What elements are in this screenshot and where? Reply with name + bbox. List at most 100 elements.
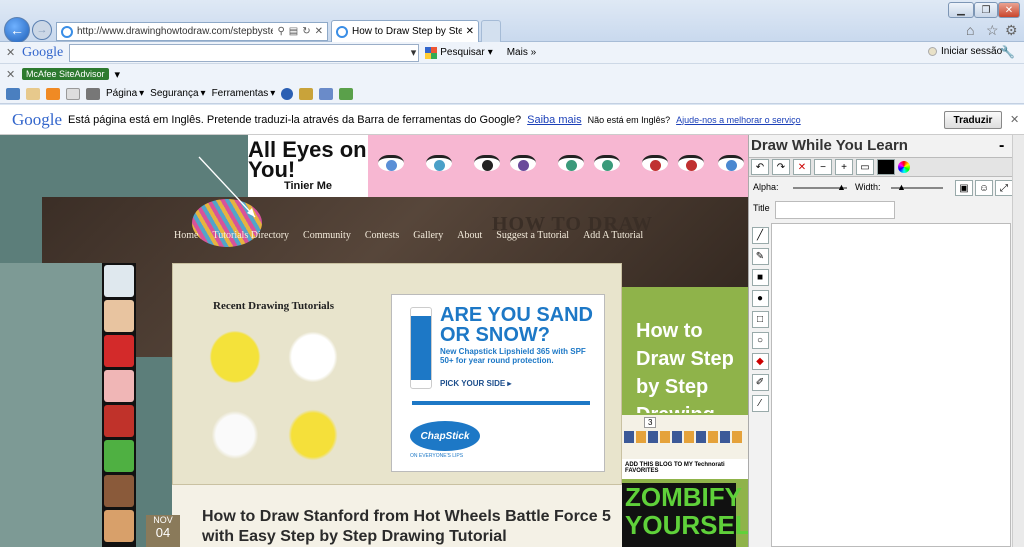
translate-bar: Google Está página está em Inglês. Prete… bbox=[0, 105, 1024, 135]
nav-contests[interactable]: Contests bbox=[365, 230, 399, 241]
save-icon[interactable]: ▣ bbox=[955, 180, 973, 196]
ad-divider bbox=[412, 401, 590, 405]
google-search-input[interactable] bbox=[69, 43, 420, 62]
rss-icon[interactable] bbox=[46, 87, 60, 100]
help-icon[interactable] bbox=[281, 87, 294, 100]
minimize-button[interactable]: ▁ bbox=[948, 2, 974, 18]
mais-button[interactable]: Mais » bbox=[507, 47, 536, 58]
expand-icon[interactable]: ⤢ bbox=[995, 180, 1013, 196]
settings-gear-icon[interactable]: ⚙ bbox=[1005, 22, 1018, 39]
tab-close-icon[interactable]: ✕ bbox=[466, 26, 474, 37]
ellipse-tool-icon[interactable]: ○ bbox=[751, 332, 769, 349]
print-icon[interactable] bbox=[86, 87, 100, 100]
sonic-sketch-thumb[interactable] bbox=[283, 326, 343, 388]
redo-icon[interactable]: ↷ bbox=[772, 159, 790, 175]
help-improve-link[interactable]: Ajude-nos a melhorar o serviço bbox=[676, 115, 801, 125]
color-swatch[interactable] bbox=[877, 159, 895, 175]
drawing-title-input[interactable] bbox=[775, 201, 895, 219]
draw-panel-minimize[interactable]: - bbox=[999, 137, 1004, 155]
nav-community[interactable]: Community bbox=[303, 230, 351, 241]
mcafee-siteadvisor-button[interactable]: McAfee SiteAdvisor bbox=[22, 68, 109, 80]
zoom-out-icon[interactable]: − bbox=[814, 159, 832, 175]
color-picker-icon[interactable] bbox=[898, 161, 910, 173]
fill-bucket-icon[interactable]: ◆ bbox=[751, 353, 769, 370]
rect-fill-tool-icon[interactable]: ■ bbox=[751, 269, 769, 286]
compatibility-icon[interactable]: ▤ bbox=[289, 26, 298, 37]
width-slider-handle[interactable]: ▲ bbox=[897, 182, 906, 192]
close-mcafee-icon[interactable]: ✕ bbox=[6, 68, 16, 81]
rect-tool-icon[interactable]: □ bbox=[751, 311, 769, 328]
addon-icon[interactable] bbox=[339, 87, 354, 100]
forward-button[interactable]: → bbox=[32, 20, 52, 40]
nav-suggest-tutorial[interactable]: Suggest a Tutorial bbox=[496, 230, 569, 241]
pikachu-thumb[interactable] bbox=[283, 404, 343, 466]
character-thumb[interactable] bbox=[104, 370, 134, 402]
nav-tutorials-directory[interactable]: Tutorials Directory bbox=[212, 230, 289, 241]
close-window-button[interactable]: ✕ bbox=[998, 2, 1020, 18]
pagina-menu[interactable]: Página ▾ bbox=[106, 88, 144, 99]
page-scrollbar[interactable] bbox=[1012, 135, 1024, 547]
address-url[interactable]: http://www.drawinghowtodraw.com/stepbyst… bbox=[77, 26, 273, 37]
back-button[interactable]: ← bbox=[4, 17, 30, 43]
hand-icon[interactable] bbox=[26, 87, 40, 100]
pencil-tool-icon[interactable]: ✎ bbox=[751, 248, 769, 265]
chapstick-ad[interactable]: ARE YOU SAND OR SNOW? New Chapstick Lips… bbox=[391, 294, 605, 472]
mail-icon[interactable] bbox=[66, 87, 80, 100]
ferramentas-menu[interactable]: Ferramentas ▾ bbox=[212, 88, 276, 99]
login-button[interactable]: Iniciar sessão bbox=[928, 46, 1002, 57]
undo-icon[interactable]: ↶ bbox=[751, 159, 769, 175]
user-icon[interactable]: ☺ bbox=[975, 180, 993, 196]
zoom-in-icon[interactable]: + bbox=[835, 159, 853, 175]
line-tool-icon[interactable]: ╱ bbox=[751, 227, 769, 244]
messenger-icon[interactable] bbox=[319, 87, 334, 100]
chevron-down-icon[interactable]: ▾ bbox=[115, 68, 121, 81]
ad-cta[interactable]: PICK YOUR SIDE ▸ bbox=[440, 379, 511, 388]
saiba-mais-link[interactable]: Saiba mais bbox=[527, 114, 581, 126]
address-bar[interactable]: http://www.drawinghowtodraw.com/stepbyst… bbox=[56, 22, 328, 41]
favorites-star-icon[interactable]: ☆ bbox=[986, 22, 999, 39]
nav-home[interactable]: Home bbox=[174, 230, 198, 241]
title-label: Title bbox=[753, 203, 770, 213]
refresh-icon[interactable]: ↻ bbox=[302, 26, 310, 37]
new-tab-button[interactable] bbox=[481, 20, 501, 42]
close-toolbar-icon[interactable]: ✕ bbox=[6, 46, 16, 59]
nav-about[interactable]: About bbox=[457, 230, 482, 241]
zombify-ad[interactable]: ZOMBIFY YOURSELF bbox=[622, 483, 748, 547]
spongebob-thumb[interactable] bbox=[205, 326, 265, 388]
nav-gallery[interactable]: Gallery bbox=[413, 230, 443, 241]
character-thumb[interactable] bbox=[104, 335, 134, 367]
nav-add-tutorial[interactable]: Add A Tutorial bbox=[583, 230, 643, 241]
phineas-sketch-thumb[interactable] bbox=[205, 404, 265, 466]
drawing-canvas[interactable] bbox=[771, 223, 1011, 547]
all-eyes-banner-ad[interactable]: All Eyes on You! Tinier Me bbox=[248, 135, 748, 197]
character-thumb[interactable] bbox=[104, 475, 134, 507]
ad-body: New Chapstick Lipshield 365 with SPF 50+… bbox=[440, 347, 586, 365]
search-icon[interactable]: ⚲ bbox=[277, 26, 284, 37]
character-thumb[interactable] bbox=[104, 405, 134, 437]
alpha-slider-handle[interactable]: ▲ bbox=[837, 182, 846, 192]
technorati-badge[interactable]: ADD THIS BLOG TO MY Technorati FAVORITES bbox=[622, 459, 748, 479]
post-title[interactable]: How to Draw Stanford from Hot Wheels Bat… bbox=[202, 507, 612, 547]
traduzir-button[interactable]: Traduzir bbox=[944, 111, 1002, 129]
translate-message: Está página está em Inglês. Pretende tra… bbox=[68, 113, 522, 126]
wrench-icon[interactable]: 🔧 bbox=[1000, 45, 1015, 59]
character-thumb[interactable] bbox=[104, 440, 134, 472]
character-thumb[interactable] bbox=[104, 300, 134, 332]
character-thumb[interactable] bbox=[104, 265, 134, 297]
character-thumb[interactable] bbox=[104, 510, 134, 542]
pesquisar-button[interactable]: Pesquisar ▾ bbox=[425, 46, 493, 59]
close-translate-icon[interactable]: ✕ bbox=[1010, 113, 1019, 126]
eyedropper-icon[interactable]: ⁄ bbox=[751, 395, 769, 412]
tab-active[interactable]: How to Draw Step by Step ... ✕ bbox=[331, 20, 479, 42]
layer-icon[interactable]: ▭ bbox=[856, 159, 874, 175]
seguranca-menu[interactable]: Segurança ▾ bbox=[150, 88, 205, 99]
research-icon[interactable] bbox=[299, 87, 314, 100]
brush-tool-icon[interactable]: ✐ bbox=[751, 374, 769, 391]
ellipse-fill-tool-icon[interactable]: ● bbox=[751, 290, 769, 307]
stop-icon[interactable]: ✕ bbox=[315, 26, 323, 37]
clear-icon[interactable]: ✕ bbox=[793, 159, 811, 175]
home-icon[interactable]: ⌂ bbox=[966, 22, 974, 38]
maximize-button[interactable]: ❐ bbox=[974, 2, 998, 18]
social-share-icons[interactable] bbox=[624, 431, 744, 443]
favorites-bar-icon[interactable] bbox=[6, 87, 20, 100]
